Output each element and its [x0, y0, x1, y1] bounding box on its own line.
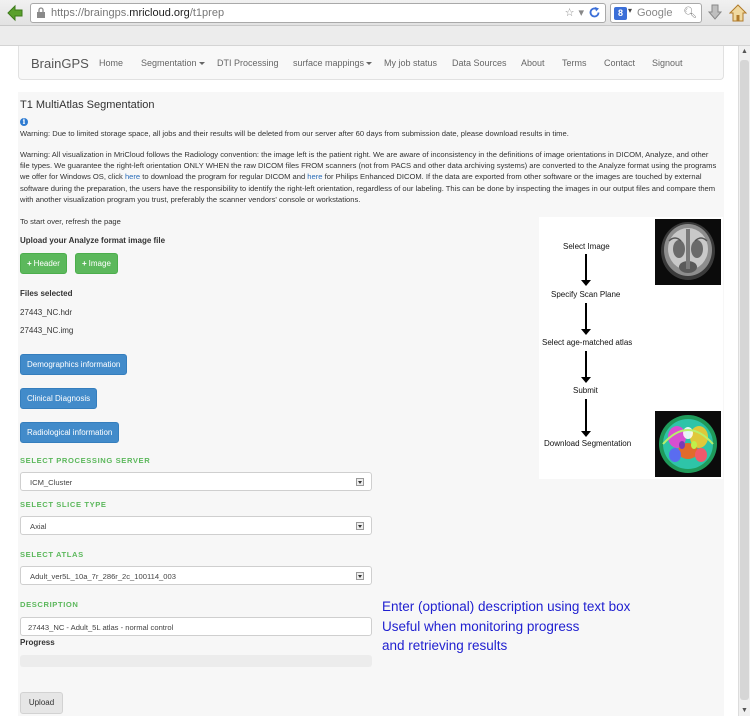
nav-my-job-status[interactable]: My job status: [384, 58, 437, 68]
info-icon: i: [20, 118, 28, 126]
atlas-label: SELECT ATLAS: [20, 550, 84, 559]
workflow-step: Submit: [573, 386, 598, 395]
nav-signout[interactable]: Signout: [652, 58, 683, 68]
site-navbar: BrainGPS Home Segmentation DTI Processin…: [18, 46, 724, 80]
main-content: T1 MultiAtlas Segmentation i Warning: Du…: [18, 92, 724, 716]
server-label: SELECT PROCESSING SERVER: [20, 456, 151, 465]
upload-button[interactable]: Upload: [20, 692, 63, 714]
workflow-step: Select Image: [563, 242, 610, 251]
nav-contact[interactable]: Contact: [604, 58, 635, 68]
brand-logo[interactable]: BrainGPS: [31, 56, 89, 71]
plus-icon: +: [27, 259, 32, 268]
progress-bar: [20, 655, 372, 667]
server-select[interactable]: ICM_Cluster: [20, 472, 372, 491]
atlas-select[interactable]: Adult_ver5L_10a_7r_286r_2c_100114_003: [20, 566, 372, 585]
search-engine-icon[interactable]: 8: [614, 7, 627, 20]
file-item: 27443_NC.hdr: [20, 308, 73, 317]
description-label: DESCRIPTION: [20, 600, 79, 609]
nav-surface-mappings[interactable]: surface mappings: [293, 58, 373, 68]
vertical-scrollbar[interactable]: ▲ ▼: [738, 46, 750, 716]
search-icon[interactable]: 🔍︎: [683, 6, 697, 19]
windows-dicom-link[interactable]: here: [125, 172, 140, 181]
demographics-button[interactable]: Demographics information: [20, 354, 128, 375]
down-arrow-icon: [581, 254, 591, 286]
slice-select[interactable]: Axial: [20, 516, 372, 535]
home-icon[interactable]: [729, 4, 747, 22]
search-placeholder: Google: [637, 7, 673, 19]
annotation-line: and retrieving results: [382, 638, 508, 653]
down-arrow-icon: [581, 303, 591, 335]
search-bar[interactable]: 8 ▾ Google 🔍︎: [610, 3, 702, 23]
file-item: 27443_NC.img: [20, 326, 74, 335]
annotation-line: Useful when monitoring progress: [382, 619, 580, 634]
browser-toolbar: https://braingps.mricloud.org/t1prep ☆ ▾…: [0, 0, 750, 26]
bookmarks-toolbar: [0, 26, 750, 46]
clinical-diagnosis-button[interactable]: Clinical Diagnosis: [20, 388, 98, 409]
caret-down-icon: [366, 62, 373, 66]
progress-label: Progress: [20, 638, 55, 647]
plus-icon: +: [82, 259, 87, 268]
workflow-diagram: Select Image Specify Scan Plane Select a…: [539, 217, 723, 479]
philips-dicom-link[interactable]: here: [307, 172, 322, 181]
segmented-brain-image: [655, 411, 721, 477]
chevron-down-icon[interactable]: [356, 572, 364, 580]
url-text: https://braingps.mricloud.org/t1prep: [51, 7, 225, 19]
upload-label: Upload your Analyze format image file: [20, 236, 166, 245]
restart-note: To start over, refresh the page: [20, 217, 121, 226]
storage-warning: Warning: Due to limited storage space, a…: [20, 129, 569, 138]
image-upload-button[interactable]: + Image: [75, 253, 118, 274]
workflow-step: Specify Scan Plane: [551, 290, 621, 299]
nav-dti-processing[interactable]: DTI Processing: [217, 58, 279, 68]
bookmark-star-icon[interactable]: ☆: [565, 6, 575, 19]
scroll-up-icon[interactable]: ▲: [741, 48, 748, 55]
orientation-warning: Warning: All visualization in MriCloud f…: [20, 150, 717, 204]
radiological-button[interactable]: Radiological information: [20, 422, 120, 443]
nav-segmentation[interactable]: Segmentation: [141, 58, 205, 68]
nav-terms[interactable]: Terms: [562, 58, 587, 68]
reload-icon[interactable]: [588, 6, 601, 19]
workflow-step: Select age-matched atlas: [542, 338, 633, 347]
chevron-down-icon[interactable]: ▾: [628, 6, 632, 15]
workflow-step: Download Segmentation: [544, 439, 632, 448]
nav-data-sources[interactable]: Data Sources: [452, 58, 507, 68]
slice-label: SELECT SLICE TYPE: [20, 500, 107, 509]
scrollbar-thumb[interactable]: [740, 60, 749, 700]
files-selected-label: Files selected: [20, 289, 73, 298]
url-bar[interactable]: https://braingps.mricloud.org/t1prep ☆ ▾: [30, 3, 606, 23]
annotation-line: Enter (optional) description using text …: [382, 599, 631, 614]
chevron-down-icon[interactable]: [356, 522, 364, 530]
nav-home[interactable]: Home: [99, 58, 123, 68]
down-arrow-icon: [581, 399, 591, 437]
lock-icon: [37, 7, 45, 18]
page-title: T1 MultiAtlas Segmentation: [20, 99, 155, 111]
header-upload-button[interactable]: + Header: [20, 253, 67, 274]
mri-brain-slice-image: [655, 219, 721, 285]
caret-down-icon: [198, 62, 205, 66]
dropdown-arrow-icon[interactable]: ▾: [578, 6, 584, 19]
nav-about[interactable]: About: [521, 58, 545, 68]
description-input[interactable]: 27443_NC - Adult_5L atlas - normal contr…: [20, 617, 372, 636]
back-arrow-icon[interactable]: [6, 4, 24, 22]
download-icon[interactable]: [707, 4, 723, 22]
scroll-down-icon[interactable]: ▼: [741, 707, 748, 714]
down-arrow-icon: [581, 351, 591, 383]
chevron-down-icon[interactable]: [356, 478, 364, 486]
